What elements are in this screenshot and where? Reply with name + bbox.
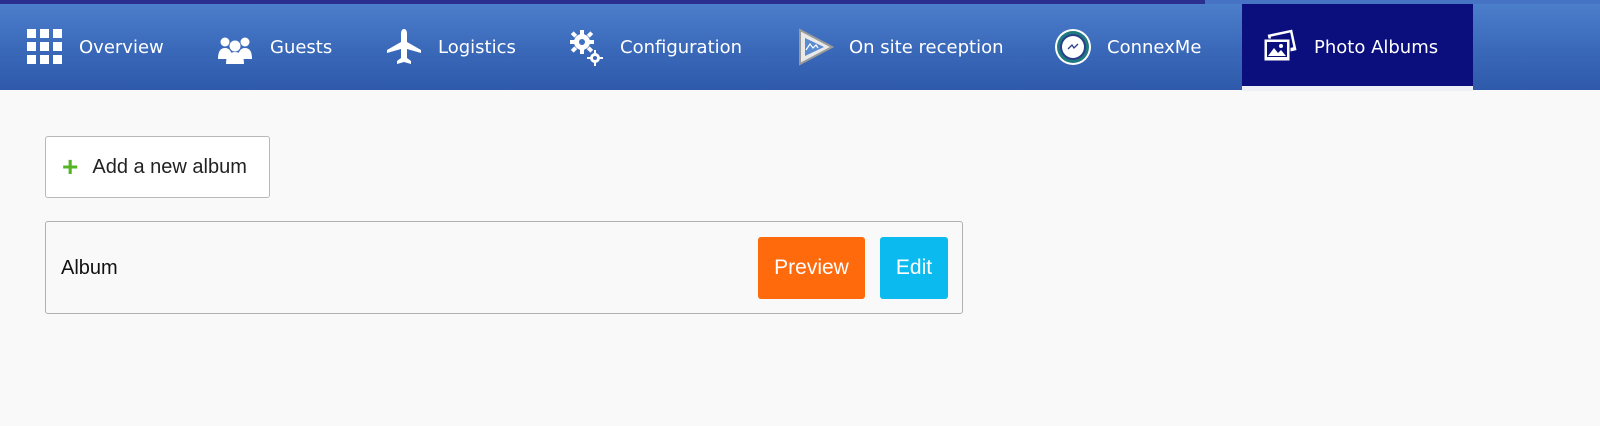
plus-icon: + [62,151,79,182]
photos-icon [1260,27,1300,67]
gears-icon [566,27,606,67]
preview-button[interactable]: Preview [758,237,865,299]
nav-item-label: Overview [79,36,164,58]
nav-item-guests[interactable]: Guests [216,4,332,90]
nav-item-connexme[interactable]: ConnexMe [1053,4,1201,90]
nav-item-label: Logistics [438,36,516,58]
album-row: Album Preview Edit [45,221,963,314]
people-icon [216,27,256,67]
nav-item-label: On site reception [849,36,1004,58]
nav-item-photo-albums[interactable]: Photo Albums [1242,4,1473,90]
edit-button[interactable]: Edit [880,237,948,299]
main-navbar: Overview Guests Logistics Configuration … [0,4,1600,90]
grid-icon [25,27,65,67]
nav-item-label: ConnexMe [1107,36,1202,58]
nav-item-label: Photo Albums [1314,36,1439,58]
nav-item-configuration[interactable]: Configuration [566,4,742,90]
nav-item-label: Guests [270,36,333,58]
airplane-icon [384,27,424,67]
connexme-logo-icon [1053,27,1093,67]
album-title: Album [61,257,118,279]
nav-item-on-site-reception[interactable]: On site reception [795,4,1004,90]
nav-item-label: Configuration [620,36,743,58]
add-album-button[interactable]: + Add a new album [45,136,270,198]
nav-item-overview[interactable]: Overview [25,4,164,90]
nav-item-logistics[interactable]: Logistics [384,4,516,90]
play-triangle-icon [795,27,835,67]
add-album-label: Add a new album [92,155,247,178]
active-tab-indicator [1242,86,1473,91]
